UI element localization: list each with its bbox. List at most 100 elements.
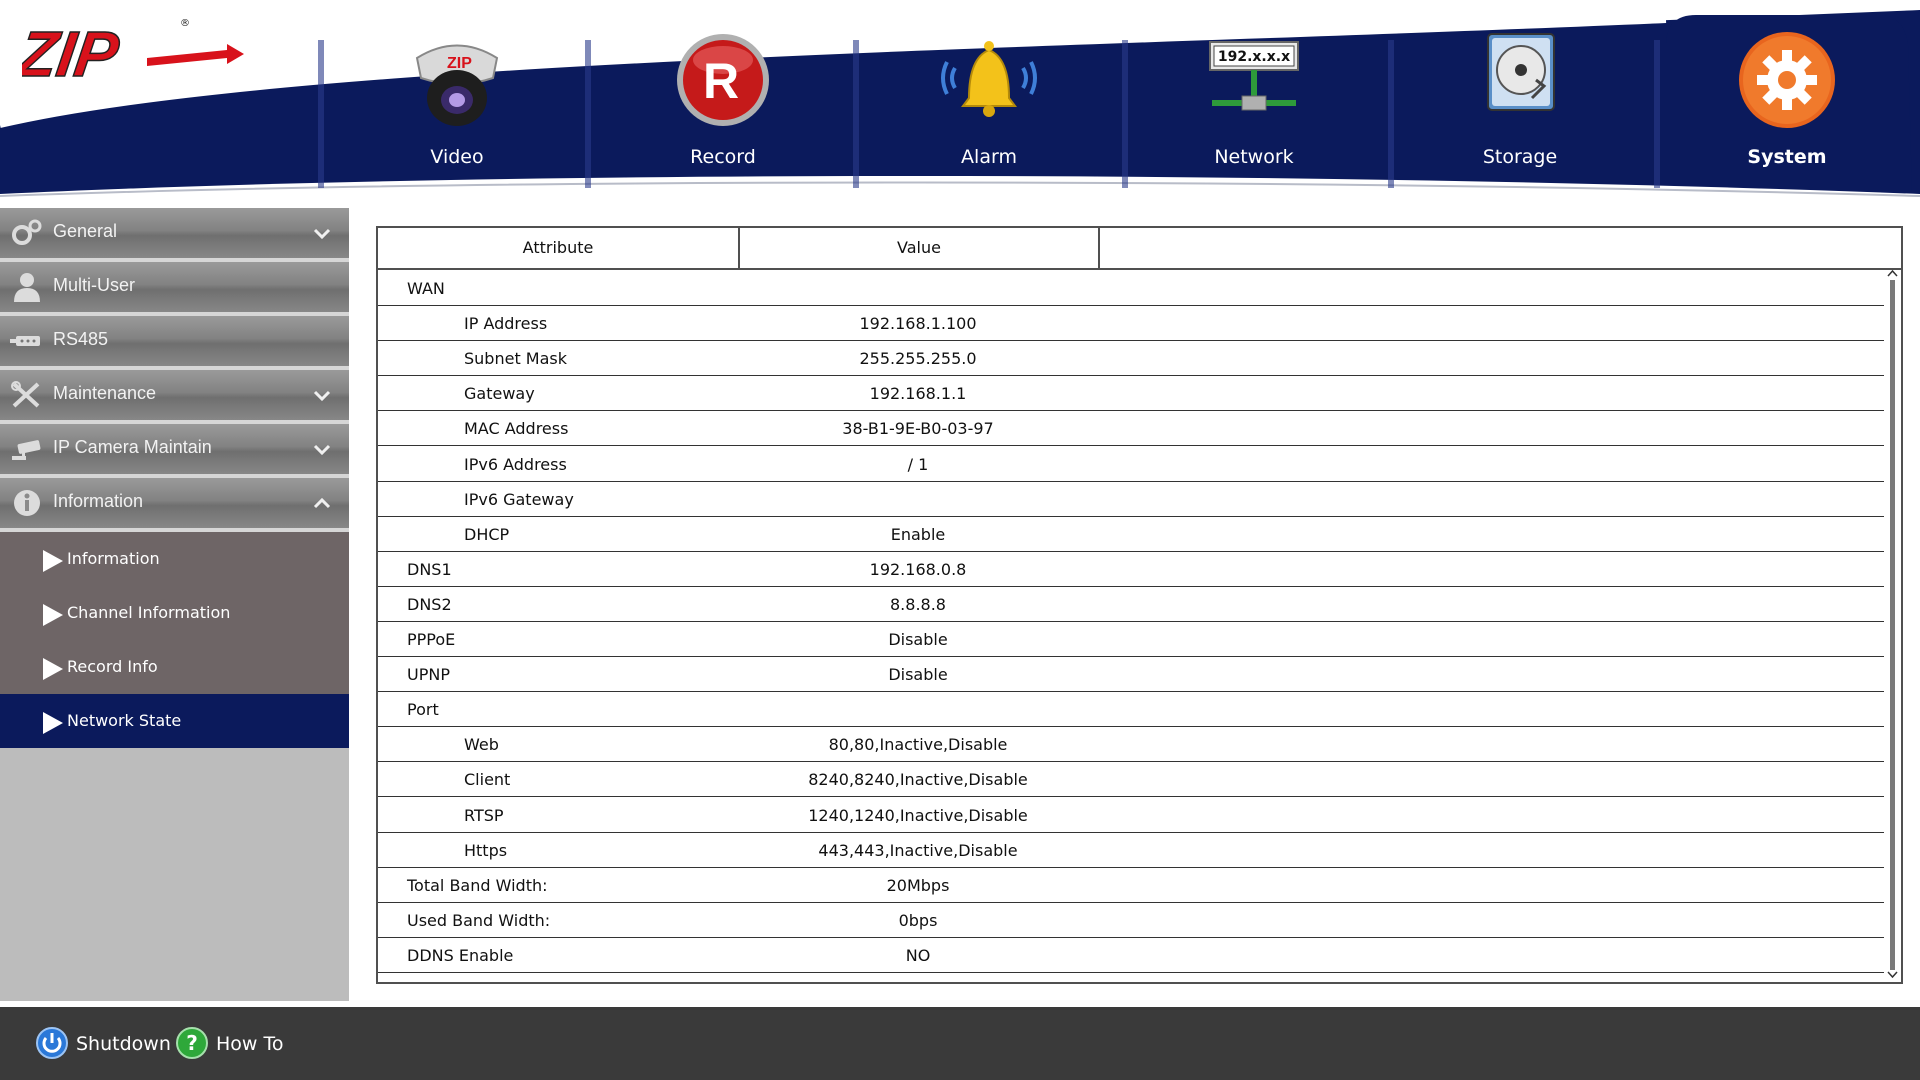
sidebar-subitem-information[interactable]: Information (0, 532, 349, 586)
network-icon-text: 192.x.x.x (1218, 49, 1290, 65)
value-cell: 0bps (898, 910, 938, 930)
how-to-label: How To (216, 1033, 284, 1055)
attribute-cell: UPNP (407, 665, 450, 685)
sidebar-menu-maintenance[interactable]: Maintenance (0, 370, 349, 424)
nav-tab-storage[interactable]: Storage (1430, 28, 1610, 178)
value-cell: Disable (888, 665, 948, 685)
table-row: DNS2 8.8.8.8 (378, 586, 1884, 622)
sidebar-menu-label: RS485 (53, 329, 109, 349)
sidebar-menu-ip-camera-maintain[interactable]: IP Camera Maintain (0, 424, 349, 478)
sidebar-menu-label: Information (53, 491, 144, 511)
chevron-down-icon (313, 440, 331, 458)
sidebar-subitem-channel-information[interactable]: Channel Information (0, 586, 349, 640)
triangle-right-icon (43, 604, 63, 626)
nav-tab-network[interactable]: 192.x.x.x Network (1164, 28, 1344, 178)
table-row: RTSP 1240,1240,Inactive,Disable (378, 797, 1884, 833)
hard-disk-icon (1470, 28, 1570, 128)
svg-text:R: R (703, 53, 739, 109)
sidebar-menu-label: Multi-User (53, 275, 136, 295)
nav-tab-label: Video (430, 146, 484, 168)
vertical-scrollbar[interactable] (1886, 268, 1899, 980)
sidebar-subitem-label: Information (67, 549, 160, 568)
svg-text:ZIP: ZIP (22, 18, 123, 89)
attribute-cell: Total Band Width: (407, 875, 548, 895)
help-icon: ? (176, 1027, 208, 1059)
attribute-cell: Web (464, 735, 499, 755)
svg-text:®: ® (180, 18, 190, 29)
sidebar-menu-general[interactable]: General (0, 208, 349, 262)
table-row: IPv6 Address / 1 (378, 446, 1884, 482)
value-cell: NO (905, 945, 931, 965)
table-row: Used Band Width: 0bps (378, 902, 1884, 938)
table-row: UPNP Disable (378, 656, 1884, 693)
table-row: Gateway 192.168.1.1 (378, 375, 1884, 412)
value-cell: Disable (888, 630, 948, 649)
column-header-attribute: Attribute (378, 228, 740, 270)
attribute-cell: Https (464, 840, 508, 860)
attribute-cell: DNS1 (407, 559, 452, 579)
network-state-table: Attribute Value WAN IP Address 192.168.1.1… (376, 226, 1903, 984)
table-row: IP Address 192.168.1.100 (378, 305, 1884, 342)
nav-separator (851, 40, 861, 188)
nav-tab-label: Record (690, 146, 756, 168)
attribute-cell: PPPoE (407, 630, 456, 649)
value-cell: Enable (890, 524, 946, 544)
sidebar-subitem-network-state[interactable]: Network State (0, 694, 349, 748)
chevron-up-icon (313, 494, 331, 512)
sidebar: General Multi-User RS485 Maintenance IP … (0, 208, 349, 1001)
bell-icon (939, 28, 1039, 128)
nav-tab-label: Alarm (961, 146, 1017, 168)
nav-separator (583, 40, 593, 188)
value-cell: 20Mbps (886, 875, 950, 895)
sidebar-subitem-record-info[interactable]: Record Info (0, 640, 349, 694)
table-row: Subnet Mask 255.255.255.0 (378, 340, 1884, 377)
svg-text:ZIP: ZIP (447, 55, 472, 72)
table-row: Client 8240,8240,Inactive,Disable (378, 761, 1884, 798)
nav-tab-alarm[interactable]: Alarm (899, 28, 1079, 178)
table-row: Https 443,443,Inactive,Disable (378, 832, 1884, 868)
table-row: DNS1 192.168.0.8 (378, 551, 1884, 587)
svg-text:?: ? (186, 1031, 198, 1055)
value-cell: 192.168.1.1 (869, 384, 967, 404)
zip-logo: ZIP ® (11, 14, 252, 91)
attribute-cell: IPv6 Gateway (464, 489, 574, 509)
column-header-value: Value (740, 228, 1100, 270)
nav-tab-system[interactable]: System (1697, 28, 1877, 178)
attribute-cell: RTSP (464, 805, 504, 825)
attribute-cell: DNS2 (407, 594, 452, 614)
triangle-right-icon (43, 550, 63, 572)
nav-tab-label: System (1747, 146, 1827, 168)
table-row: PPPoE Disable (378, 621, 1884, 657)
nav-tab-label: Network (1214, 146, 1294, 168)
how-to-button[interactable]: ? How To (176, 1027, 306, 1061)
table-row: DDNS Enable NO (378, 937, 1884, 973)
value-cell: 38-B1-9E-B0-03-97 (842, 419, 994, 439)
gear-icon (1737, 28, 1837, 128)
attribute-cell: Gateway (464, 384, 535, 404)
bottom-bar: Shutdown ? How To (0, 1007, 1920, 1080)
attribute-cell: WAN (407, 279, 445, 298)
value-cell: 255.255.255.0 (859, 349, 977, 369)
sidebar-subitem-label: Network State (67, 711, 182, 730)
network-icon: 192.x.x.x (1204, 28, 1304, 128)
sidebar-menu-rs485[interactable]: RS485 (0, 316, 349, 370)
nav-tab-record[interactable]: R Record (633, 28, 813, 178)
table-row: Port (378, 691, 1884, 728)
attribute-cell: IP Address (464, 314, 548, 334)
sidebar-menu-multi-user[interactable]: Multi-User (0, 262, 349, 316)
attribute-cell: IPv6 Address (464, 454, 567, 474)
sidebar-menu-information[interactable]: Information (0, 478, 349, 532)
table-row: DHCP Enable (378, 516, 1884, 552)
value-cell: 8.8.8.8 (890, 594, 946, 614)
ip-camera-icon (10, 434, 44, 464)
nav-separator (1386, 40, 1396, 188)
record-icon: R (673, 28, 773, 128)
value-cell: 80,80,Inactive,Disable (828, 735, 1008, 755)
sidebar-menu-label: General (53, 221, 118, 241)
value-cell: / 1 (907, 454, 929, 474)
nav-tab-video[interactable]: ZIP Video (367, 28, 547, 178)
tools-icon (10, 380, 44, 410)
shutdown-button[interactable]: Shutdown (36, 1027, 176, 1061)
table-row: WAN (378, 270, 1884, 306)
value-cell: 192.168.0.8 (869, 559, 967, 579)
